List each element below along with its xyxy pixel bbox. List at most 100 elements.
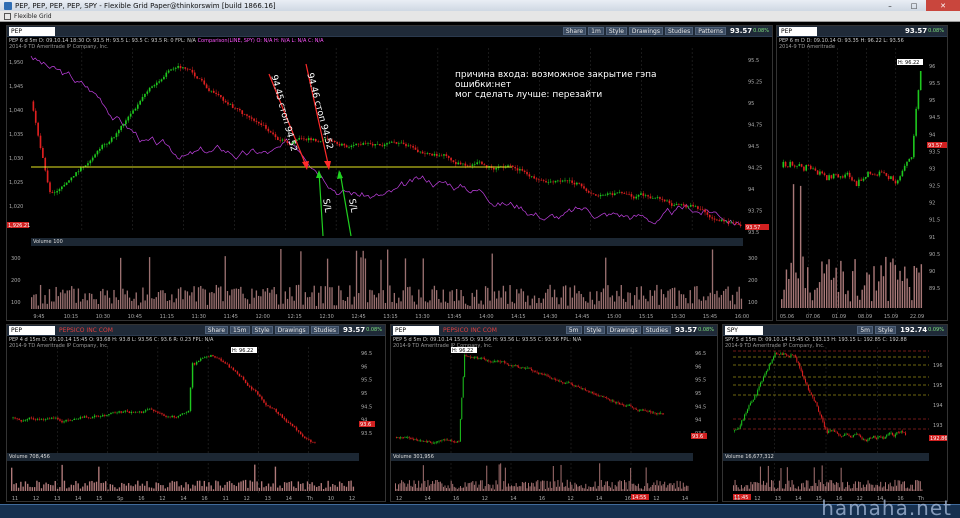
price-candle <box>77 171 80 173</box>
price-candle <box>566 180 569 182</box>
drawings-button[interactable]: Drawings <box>606 326 641 334</box>
style-button[interactable]: Style <box>875 326 897 334</box>
intraday-5m-chart[interactable]: H: 96.22 96.59695.59594.59493.593.614:551… <box>391 325 718 502</box>
price-candle <box>894 180 897 184</box>
price-candle <box>428 441 430 442</box>
symbol-input[interactable]: PEP <box>9 325 55 335</box>
share-button[interactable]: Share <box>204 326 229 334</box>
symbol-input[interactable]: PEP <box>393 325 439 335</box>
volume-bar <box>558 304 560 309</box>
volume-bar <box>707 296 709 309</box>
price-candle <box>224 362 226 364</box>
price-candle <box>305 139 308 141</box>
volume-bar <box>582 487 584 491</box>
menu-flexible-grid[interactable]: Flexible Grid <box>14 13 52 20</box>
volume-bar <box>783 488 785 491</box>
close-button[interactable]: ✕ <box>926 0 960 11</box>
main-price-chart[interactable]: 95.595.259594.7594.594.259493.7593.51,95… <box>7 26 773 321</box>
volume-bar <box>729 300 731 309</box>
price-candle <box>651 198 654 199</box>
price-candle <box>606 193 609 195</box>
x-axis-label: 12 <box>396 496 402 502</box>
symbol-input[interactable]: PEP <box>779 26 817 36</box>
volume-bar <box>908 287 911 308</box>
volume-bar <box>911 300 913 308</box>
volume-bar <box>46 303 48 309</box>
volume-bar <box>446 488 447 491</box>
volume-bar <box>400 301 402 309</box>
price-candle <box>692 205 694 207</box>
price-candle <box>580 388 582 389</box>
style-button[interactable]: Style <box>251 326 273 334</box>
volume-bar <box>114 487 116 491</box>
menu-bar: Flexible Grid <box>0 11 960 22</box>
volume-bar <box>552 466 554 491</box>
price-candle <box>468 356 470 357</box>
studies-button[interactable]: Studies <box>664 27 694 35</box>
volume-bar <box>772 480 774 491</box>
volume-bar <box>413 301 416 309</box>
price-candle <box>451 440 453 442</box>
x-axis-label: 16:00 <box>735 314 749 320</box>
volume-axis-label: 100 <box>11 300 21 306</box>
price-badge-bg <box>359 421 375 427</box>
drawings-button[interactable]: Drawings <box>628 27 663 35</box>
maximize-button[interactable]: □ <box>902 0 926 11</box>
volume-bar <box>420 297 422 309</box>
price-candle <box>789 161 791 168</box>
price-candle <box>263 399 265 403</box>
price-candle <box>440 155 443 157</box>
timeframe-button[interactable]: 15m <box>230 326 250 334</box>
volume-bar <box>171 294 173 309</box>
volume-bar <box>840 467 842 491</box>
volume-bar <box>151 298 153 309</box>
studies-button[interactable]: Studies <box>310 326 339 334</box>
volume-bar <box>654 485 656 491</box>
price-candle <box>398 143 400 144</box>
x-axis-label: 16 <box>138 496 144 502</box>
price-candle <box>835 431 837 433</box>
volume-bar <box>399 483 401 491</box>
studies-button[interactable]: Studies <box>642 326 671 334</box>
price-candle <box>583 388 585 389</box>
daily-price-chart[interactable]: H: 96.229695.59594.59493.59392.59291.591… <box>777 26 948 321</box>
symbol-input[interactable]: PEP <box>9 26 55 36</box>
volume-bar <box>495 480 497 491</box>
price-candle <box>289 422 292 424</box>
patterns-button[interactable]: Patterns <box>695 27 726 35</box>
price-candle <box>450 157 452 161</box>
volume-bar <box>453 486 455 491</box>
volume-bar <box>651 295 654 309</box>
price-candle <box>830 175 833 179</box>
x-axis-label: 13 <box>54 496 60 502</box>
y-axis-label: 96 <box>695 364 701 370</box>
x-axis-label: 14 <box>795 496 801 502</box>
minimize-button[interactable]: – <box>878 0 902 11</box>
intraday-15m-chart[interactable]: H: 96.22 96.59695.59594.59493.593.611 12 13… <box>7 325 386 502</box>
volume-bar <box>316 486 318 491</box>
volume-bar <box>146 481 148 491</box>
spy-chart[interactable]: 196195194193192.8611:4511 12 13 14 15 16 12 14 1… <box>723 325 948 502</box>
volume-bar <box>402 481 404 491</box>
style-button[interactable]: Style <box>583 326 605 334</box>
price-candle <box>139 100 142 105</box>
drawings-button[interactable]: Drawings <box>274 326 309 334</box>
volume-bar <box>774 487 776 491</box>
price-candle <box>170 69 172 71</box>
timeframe-button[interactable]: 5m <box>857 326 874 334</box>
share-button[interactable]: Share <box>562 27 587 35</box>
timeframe-button[interactable]: 1m <box>588 27 604 35</box>
volume-bar <box>176 481 178 491</box>
price-candle <box>897 432 899 433</box>
price-candle <box>24 420 26 421</box>
symbol-input[interactable]: SPY <box>725 325 763 335</box>
price-candle <box>906 161 908 166</box>
price-candle <box>407 145 410 147</box>
volume-bar <box>442 289 444 309</box>
price-candle <box>597 195 600 197</box>
timeframe-button[interactable]: 5m <box>565 326 582 334</box>
price-candle <box>689 205 692 207</box>
style-button[interactable]: Style <box>605 27 627 35</box>
price-candle <box>269 131 272 133</box>
volume-bar <box>651 484 653 491</box>
